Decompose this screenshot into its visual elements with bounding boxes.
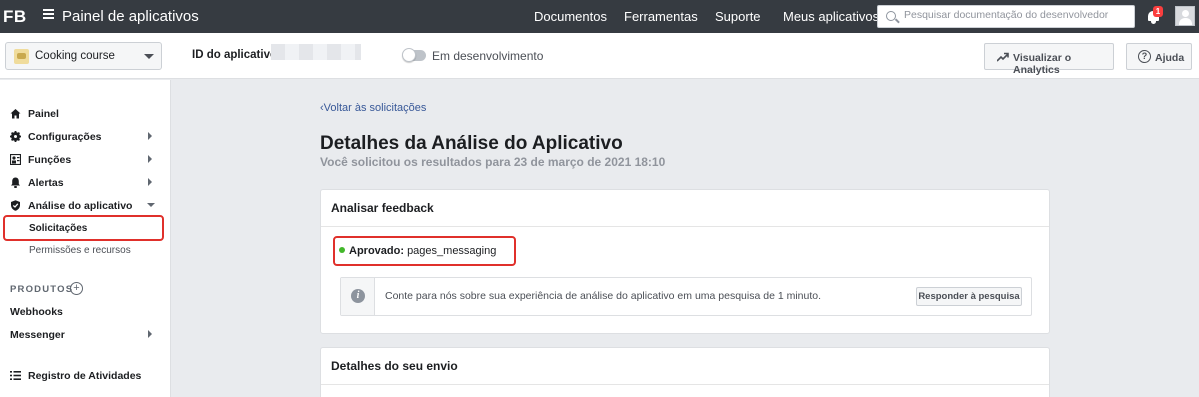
- submission-card-header: Detalhes do seu envio: [321, 348, 1049, 385]
- chevron-right-icon: [148, 330, 152, 338]
- hamburger-menu-icon[interactable]: [43, 9, 54, 23]
- page-title: Detalhes da Análise do Aplicativo: [320, 133, 623, 154]
- view-analytics-button[interactable]: Visualizar o Analytics: [984, 43, 1114, 76]
- feedback-card: Analisar feedback Aprovado: pages_messag…: [320, 189, 1050, 334]
- nav-meus-aplicativos[interactable]: Meus aplicativos: [783, 9, 879, 24]
- page-subtitle: Você solicitou os resultados para 23 de …: [320, 155, 666, 169]
- search-input[interactable]: [904, 9, 1130, 21]
- app-icon: [14, 49, 29, 64]
- search-icon: [886, 11, 896, 21]
- notification-badge: 1: [1153, 6, 1163, 17]
- chevron-right-icon: [148, 155, 152, 163]
- question-icon: ?: [1138, 50, 1151, 63]
- highlight-box-approved: [333, 236, 516, 266]
- fb-logo[interactable]: FB: [3, 7, 27, 27]
- trend-arrow-icon: [997, 52, 1009, 62]
- help-label: Ajuda: [1155, 52, 1185, 64]
- dev-mode-toggle[interactable]: [402, 48, 426, 62]
- back-link-label: Voltar às solicitações: [323, 102, 427, 114]
- answer-survey-button[interactable]: Responder à pesquisa: [916, 287, 1022, 306]
- sidebar: Painel Configurações Funções Alertas Aná…: [0, 80, 171, 397]
- nav-documentos[interactable]: Documentos: [534, 9, 607, 24]
- sidebar-item-label: Alertas: [28, 177, 64, 189]
- home-icon: [10, 109, 21, 119]
- bell-icon: [11, 177, 20, 188]
- app-id-value-redacted: [271, 44, 361, 60]
- shield-icon: [11, 200, 20, 211]
- sidebar-item-label: Configurações: [28, 131, 102, 143]
- survey-message: Conte para nós sobre sua experiência de …: [385, 290, 822, 302]
- sidebar-item-label: Registro de Atividades: [28, 370, 142, 382]
- list-icon: [10, 371, 21, 380]
- sidebar-item-label: Funções: [28, 154, 72, 166]
- app-bar: Cooking course ID do aplicativo: Em dese…: [0, 33, 1199, 79]
- app-id-label: ID do aplicativo:: [192, 49, 281, 61]
- sidebar-item-label: Webhooks: [10, 306, 63, 318]
- notifications-bell-icon[interactable]: 1: [1146, 6, 1163, 24]
- nav-ferramentas[interactable]: Ferramentas: [624, 9, 698, 24]
- dev-mode-label: Em desenvolvimento: [432, 49, 544, 63]
- help-button[interactable]: ? Ajuda: [1126, 43, 1192, 70]
- highlight-box-solicitacoes: [3, 215, 164, 241]
- feedback-card-title: Analisar feedback: [331, 201, 434, 215]
- app-selector[interactable]: Cooking course: [5, 42, 162, 70]
- chevron-right-icon: [148, 178, 152, 186]
- top-bar: FB Painel de aplicativos Documentos Ferr…: [0, 0, 1199, 33]
- app-name: Cooking course: [35, 50, 115, 62]
- avatar[interactable]: [1175, 6, 1195, 26]
- app-dashboard-title[interactable]: Painel de aplicativos: [62, 8, 199, 25]
- chevron-right-icon: [148, 132, 152, 140]
- roles-icon: [10, 154, 21, 165]
- feedback-card-header: Analisar feedback: [321, 190, 1049, 227]
- gear-icon: [10, 131, 21, 142]
- add-product-plus-icon[interactable]: +: [70, 282, 83, 295]
- sidebar-item-label: Análise do aplicativo: [28, 200, 133, 212]
- sidebar-item-label: Messenger: [10, 329, 65, 341]
- info-icon: i: [351, 289, 365, 303]
- search-box: [877, 5, 1135, 28]
- products-section-label: PRODUTOS: [10, 284, 74, 295]
- chevron-down-icon: [144, 54, 154, 59]
- sidebar-item-label: Painel: [28, 108, 59, 120]
- survey-banner: i Conte para nós sobre sua experiência d…: [340, 277, 1032, 316]
- chevron-down-icon: [147, 203, 155, 207]
- submission-card: Detalhes do seu envio: [320, 347, 1050, 397]
- back-to-requests-link[interactable]: ‹Voltar às solicitações: [320, 102, 426, 114]
- nav-suporte[interactable]: Suporte: [715, 9, 761, 24]
- sidebar-subitem-permissoes[interactable]: Permissões e recursos: [29, 245, 131, 256]
- view-analytics-label: Visualizar o Analytics: [1013, 52, 1072, 76]
- submission-card-title: Detalhes do seu envio: [331, 359, 458, 373]
